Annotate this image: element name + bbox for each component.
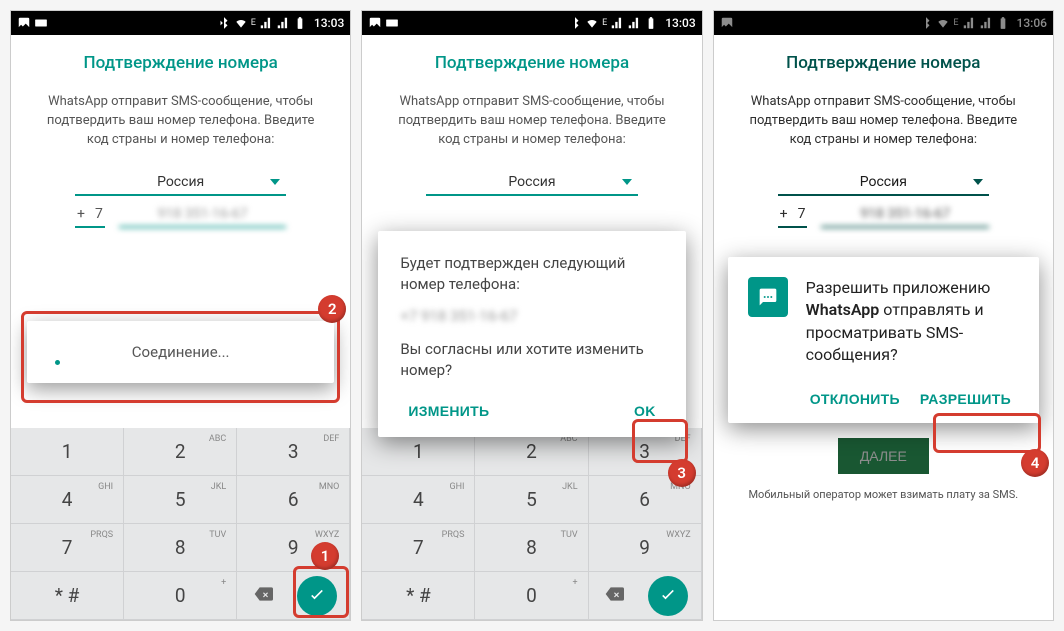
phone-number-input[interactable]: 918 351-16-67 [821, 202, 989, 228]
key-actions-cell [237, 572, 350, 620]
signal-icon [276, 16, 290, 30]
dialog-text-1: Будет подтвержден следующий номер телефо… [400, 253, 663, 295]
clock: 13:03 [314, 16, 344, 30]
key-6[interactable]: 6MNO [589, 476, 702, 524]
backspace-icon [250, 584, 276, 604]
signal-icon [627, 16, 641, 30]
chevron-down-icon [622, 179, 632, 185]
battery-icon [644, 16, 658, 30]
country-code-input[interactable]: + 7 [778, 202, 808, 228]
key-4[interactable]: 4GHI [362, 476, 475, 524]
clock: 13:03 [665, 16, 695, 30]
key-0[interactable]: 0+ [475, 572, 588, 620]
confirm-dialog: Будет подтвержден следующий номер телефо… [378, 231, 685, 437]
clock: 13:06 [1017, 16, 1047, 30]
key-7[interactable]: 7PRQS [362, 524, 475, 572]
country-name: Россия [157, 174, 204, 190]
battery-icon [293, 16, 307, 30]
country-selector[interactable]: Россия [75, 168, 286, 196]
permission-dialog: Разрешить приложению WhatsApp отправлять… [728, 257, 1039, 423]
verify-screen: Подтверждение номера WhatsApp отправит S… [11, 35, 350, 228]
chevron-down-icon [270, 179, 280, 185]
signal-icon [259, 16, 273, 30]
key-8[interactable]: 8TUV [124, 524, 237, 572]
key-5[interactable]: 5JKL [475, 476, 588, 524]
wifi-icon [234, 16, 248, 30]
key-9[interactable]: 9WXYZ [237, 524, 350, 572]
sms-icon [748, 277, 788, 317]
image-icon [720, 16, 734, 30]
network-type: E [251, 18, 256, 28]
next-button[interactable]: ДАЛЕЕ [838, 438, 929, 474]
change-button[interactable]: ИЗМЕНИТЬ [400, 393, 497, 429]
phone-number-input[interactable]: 918 351-16-67 [119, 202, 287, 228]
deny-button[interactable]: ОТКЛОНИТЬ [802, 381, 908, 417]
check-icon [307, 586, 327, 606]
key-symbols[interactable]: * # [362, 572, 475, 620]
spinner-dot [55, 360, 60, 365]
callout-2-badge: 2 [318, 295, 346, 323]
page-title: Подтверждение номера [386, 53, 677, 73]
key-8[interactable]: 8TUV [475, 524, 588, 572]
instructions: WhatsApp отправит SMS-сообщение, чтобы п… [35, 93, 326, 150]
bluetooth-icon [217, 16, 231, 30]
signal-icon [962, 16, 976, 30]
key-0[interactable]: 0+ [124, 572, 237, 620]
ok-button[interactable]: OK [626, 393, 664, 429]
numeric-keypad: 1 2ABC 3DEF 4GHI 5JKL 6MNO 7PRQS 8TUV 9W… [11, 428, 350, 620]
enter-key[interactable] [648, 576, 688, 616]
country-selector[interactable]: Россия [426, 168, 637, 196]
battery-icon [996, 16, 1010, 30]
network-type: E [953, 18, 958, 28]
status-bar: E 13:03 [362, 11, 701, 35]
status-bar: E 13:03 [11, 11, 350, 35]
key-7[interactable]: 7PRQS [11, 524, 124, 572]
permission-text: Разрешить приложению WhatsApp отправлять… [806, 277, 1019, 367]
key-5[interactable]: 5JKL [124, 476, 237, 524]
key-2[interactable]: 2ABC [124, 428, 237, 476]
signal-icon [979, 16, 993, 30]
key-3[interactable]: 3DEF [237, 428, 350, 476]
dialog-text-2: Вы согласны или хотите изменить номер? [400, 339, 663, 381]
country-selector[interactable]: Россия [778, 168, 989, 196]
key-4[interactable]: 4GHI [11, 476, 124, 524]
bluetooth-icon [568, 16, 582, 30]
key-symbols[interactable]: * # [11, 572, 124, 620]
page-title: Подтверждение номера [35, 53, 326, 73]
keyboard-icon [34, 16, 48, 30]
backspace-key[interactable] [250, 584, 276, 608]
key-6[interactable]: 6MNO [237, 476, 350, 524]
image-icon [17, 16, 31, 30]
sms-charge-note: Мобильный оператор может взимать плату з… [738, 488, 1029, 501]
allow-button[interactable]: РАЗРЕШИТЬ [912, 381, 1019, 417]
key-9[interactable]: 9WXYZ [589, 524, 702, 572]
toast-text: Соединение... [49, 343, 312, 361]
bluetooth-icon [919, 16, 933, 30]
key-1[interactable]: 1 [11, 428, 124, 476]
dialog-phone-number: +7 918 351-16-67 [400, 307, 663, 325]
enter-key[interactable] [297, 576, 337, 616]
wifi-icon [585, 16, 599, 30]
numeric-keypad: 1 2ABC 3DEF 4GHI 5JKL 6MNO 7PRQS 8TUV 9W… [362, 428, 701, 620]
screenshot-2: E 13:03 Подтверждение номера WhatsApp от… [361, 10, 702, 621]
chevron-down-icon [973, 179, 983, 185]
screenshot-1: E 13:03 Подтверждение номера WhatsApp от… [10, 10, 351, 621]
check-icon [658, 586, 678, 606]
instructions: WhatsApp отправит SMS-сообщение, чтобы п… [386, 93, 677, 150]
country-code-input[interactable]: + 7 [75, 202, 105, 228]
connecting-toast: Соединение... [27, 321, 334, 383]
screenshot-3: E 13:06 Подтверждение номера WhatsApp от… [713, 10, 1054, 621]
keyboard-icon [385, 16, 399, 30]
verify-screen: Подтверждение номера WhatsApp отправит S… [362, 35, 701, 196]
key-actions-cell [589, 572, 702, 620]
backspace-key[interactable] [601, 584, 627, 608]
page-title: Подтверждение номера [738, 53, 1029, 73]
backspace-icon [601, 584, 627, 604]
image-icon [368, 16, 382, 30]
signal-icon [610, 16, 624, 30]
instructions: WhatsApp отправит SMS-сообщение, чтобы п… [738, 93, 1029, 150]
wifi-icon [936, 16, 950, 30]
status-bar: E 13:06 [714, 11, 1053, 35]
network-type: E [602, 18, 607, 28]
